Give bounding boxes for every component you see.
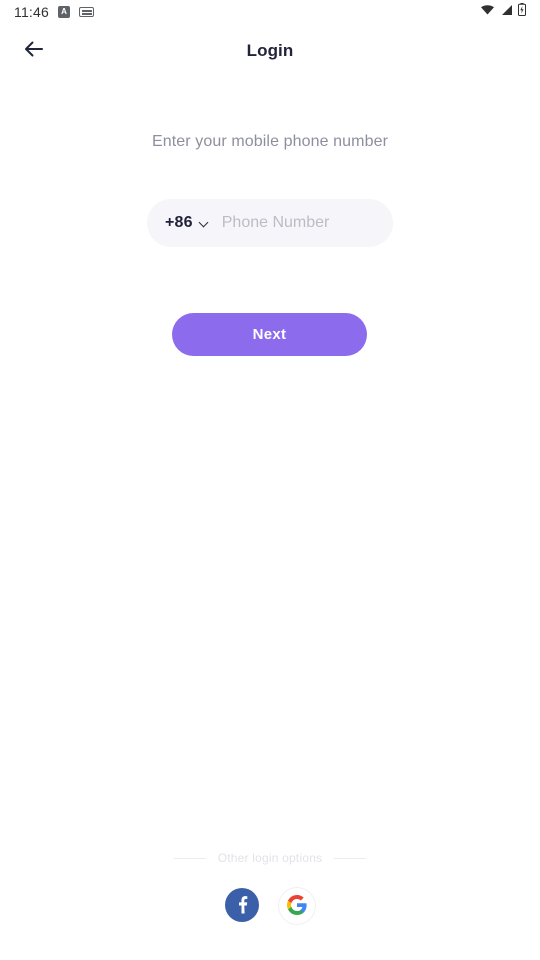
google-login-button[interactable]: [279, 888, 315, 924]
divider-line-right: [334, 857, 367, 859]
phone-prompt-label: Enter your mobile phone number: [151, 133, 389, 150]
battery-charging-icon: [518, 3, 526, 21]
other-login-divider: Other login options: [0, 851, 540, 865]
notification-badge-a-icon: A: [58, 6, 70, 18]
google-icon: [287, 894, 307, 918]
app-header: Login: [0, 30, 540, 72]
other-login-options-label: Other login options: [217, 851, 323, 865]
facebook-login-button[interactable]: [225, 887, 259, 925]
social-login-row: [0, 887, 540, 925]
status-bar-left: 11:46 A: [14, 4, 94, 20]
facebook-icon: [225, 887, 259, 925]
phone-number-field[interactable]: +86: [147, 199, 393, 247]
country-code-value: +86: [165, 214, 193, 231]
wifi-icon: [480, 3, 495, 21]
chevron-down-icon: [200, 219, 208, 227]
status-bar-right: [480, 3, 526, 21]
status-bar: 11:46 A: [0, 0, 540, 24]
country-code-selector[interactable]: +86: [165, 214, 208, 232]
next-button[interactable]: Next: [172, 313, 367, 356]
phone-number-input[interactable]: [221, 214, 375, 232]
cellular-signal-icon: [500, 3, 513, 21]
page-title: Login: [246, 41, 294, 60]
divider-line-left: [173, 857, 206, 859]
status-clock: 11:46: [14, 4, 49, 20]
keyboard-icon: [79, 7, 94, 17]
